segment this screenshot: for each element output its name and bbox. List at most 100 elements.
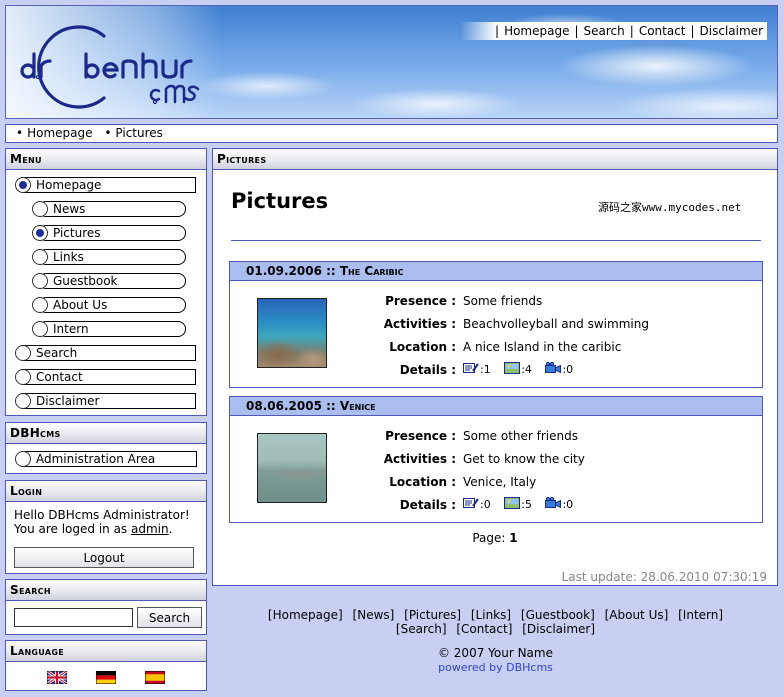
menu-item-administration-area[interactable]: Administration Area [15, 451, 197, 467]
details-counts: :1 :4 :0 [463, 360, 573, 380]
radio-icon [32, 273, 48, 289]
main-bar-title: Pictures [213, 149, 777, 170]
menu-item-label: Disclaimer [36, 394, 100, 408]
field-value: Some friends [463, 294, 543, 308]
topnav-link-disclaimer[interactable]: Disclaimer [700, 24, 763, 38]
footer-link[interactable]: [Search] [396, 622, 447, 636]
footer-link[interactable]: [About Us] [605, 608, 669, 622]
entry-date: 01.09.2006 [246, 264, 322, 278]
breadcrumb-pictures[interactable]: Pictures [115, 126, 163, 140]
footer-link[interactable]: [News] [353, 608, 395, 622]
radio-icon [32, 297, 48, 313]
flag-uk-icon[interactable] [47, 671, 67, 684]
radio-icon [15, 345, 31, 361]
field-value: Venice, Italy [463, 475, 537, 489]
login-status-prefix: You are loged in as [14, 522, 131, 536]
menu-item-label: About Us [53, 298, 108, 312]
radio-icon [15, 177, 31, 193]
footer-links: [Homepage] [News] [Pictures] [Links] [Gu… [213, 608, 778, 636]
copyright: © 2007 Your Name [437, 646, 553, 660]
entry-title[interactable]: The Caribic [340, 264, 404, 278]
footer-link[interactable]: [Homepage] [268, 608, 343, 622]
bullet-icon: • [16, 126, 24, 140]
flag-spain-icon[interactable] [145, 671, 165, 684]
menu-item-about-us[interactable]: About Us [32, 297, 186, 313]
site-logo[interactable] [16, 16, 216, 116]
menu-item-disclaimer[interactable]: Disclaimer [15, 393, 196, 409]
menu-item-guestbook[interactable]: Guestbook [32, 273, 186, 289]
menu-item-intern[interactable]: Intern [32, 321, 186, 337]
menu-item-homepage[interactable]: Homepage [15, 177, 196, 193]
nav-separator: | [574, 24, 579, 38]
search-input[interactable] [14, 608, 133, 627]
field-key: Location : [389, 475, 456, 489]
comment-icon [463, 498, 479, 508]
divider [231, 240, 761, 241]
topnav-link-search[interactable]: Search [584, 24, 625, 38]
field-key: Presence : [385, 429, 456, 443]
menu-item-news[interactable]: News [32, 201, 186, 217]
entry-header: 01.09.2006 :: The Caribic [230, 262, 762, 281]
entry-date: 08.06.2005 [246, 399, 322, 413]
language-box: Language [5, 640, 207, 691]
menu-item-label: Links [53, 250, 84, 264]
topnav-link-homepage[interactable]: Homepage [504, 24, 569, 38]
nav-separator: | [495, 24, 500, 38]
menu-item-label: News [53, 202, 86, 216]
page-number-link[interactable]: 1 [509, 531, 517, 545]
breadcrumb-homepage[interactable]: Homepage [27, 126, 92, 140]
field-key: Details : [399, 498, 456, 512]
login-status-suffix: . [168, 522, 173, 536]
field-value: Some other friends [463, 429, 578, 443]
bullet-icon: • [104, 126, 112, 140]
footer-link[interactable]: [Disclaimer] [522, 622, 595, 636]
menu-item-search[interactable]: Search [15, 345, 196, 361]
thumbnail-caribic[interactable] [257, 298, 327, 368]
footer-link[interactable]: [Intern] [678, 608, 723, 622]
field-value: A nice Island in the caribic [463, 340, 622, 354]
search-box: Search Search [5, 579, 207, 635]
radio-icon [32, 321, 48, 337]
field-key: Location : [389, 340, 456, 354]
details-counts: :0 :5 :0 [463, 495, 573, 515]
entry-header: 08.06.2005 :: Venice [230, 397, 762, 416]
footer-link[interactable]: [Guestbook] [521, 608, 595, 622]
menu-item-pictures[interactable]: Pictures [32, 225, 186, 241]
menu-item-label: Guestbook [53, 274, 118, 288]
topnav-link-contact[interactable]: Contact [639, 24, 686, 38]
video-count: :0 [562, 498, 574, 511]
picture-count: :5 [521, 498, 532, 511]
login-user-link[interactable]: admin [131, 522, 169, 536]
nav-separator: | [629, 24, 634, 38]
logout-button[interactable]: Logout [14, 547, 194, 568]
field-key: Activities : [383, 317, 456, 331]
header-banner: | Homepage | Search | Contact | Disclaimer [5, 5, 778, 119]
footer-link[interactable]: [Links] [471, 608, 511, 622]
powered-by-link[interactable]: powered by DBHcms [438, 661, 553, 674]
field-value: Beachvolleyball and swimming [463, 317, 649, 331]
entry-title[interactable]: Venice [340, 399, 376, 413]
menu-item-label: Search [36, 346, 78, 360]
menu-item-links[interactable]: Links [32, 249, 186, 265]
comment-count: :1 [480, 363, 491, 376]
footer-link[interactable]: [Pictures] [404, 608, 461, 622]
breadcrumb: • Homepage • Pictures [5, 124, 778, 143]
radio-icon [32, 201, 48, 217]
thumbnail-venice[interactable] [257, 433, 327, 503]
search-button[interactable]: Search [137, 607, 202, 628]
search-title: Search [6, 580, 206, 601]
footer-link[interactable]: [Contact] [456, 622, 512, 636]
video-icon [545, 497, 562, 509]
menu-title: Menu [6, 149, 206, 170]
radio-icon [32, 225, 48, 241]
menu-item-contact[interactable]: Contact [15, 369, 196, 385]
footer: [Homepage] [News] [Pictures] [Links] [Gu… [213, 608, 778, 675]
flag-germany-icon[interactable] [96, 671, 116, 684]
watermark-text: 源码之家www.mycodes.net [598, 201, 742, 214]
video-icon [545, 362, 562, 374]
video-count: :0 [562, 363, 574, 376]
radio-icon [15, 369, 31, 385]
radio-icon [32, 249, 48, 265]
menu-item-label: Pictures [53, 226, 101, 240]
dbhcms-title: DBHcms [6, 423, 206, 444]
